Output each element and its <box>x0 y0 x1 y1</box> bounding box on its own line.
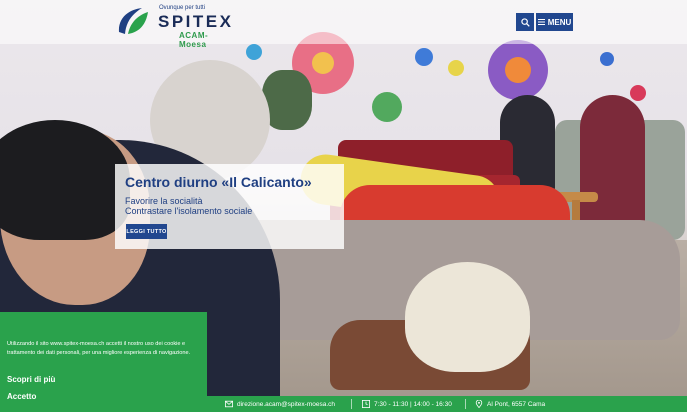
clock-icon <box>362 400 370 408</box>
painted-flower <box>415 48 433 66</box>
menu-label: MENU <box>547 17 572 27</box>
read-more-button[interactable]: LEGGI TUTTO <box>126 224 167 239</box>
divider <box>351 399 352 409</box>
hero-title: Centro diurno «Il Calicanto» <box>125 174 312 190</box>
spitex-logo-icon <box>118 8 148 34</box>
hamburger-icon <box>537 19 545 25</box>
spitex-logo[interactable]: Ovunque per tutti SPITEX ACAM-Moesa <box>116 4 231 49</box>
cookie-notice-text: Utilizzando il sito www.spitex-moesa.ch … <box>7 341 191 356</box>
contact-email-text: direzione.acam@spitex-moesa.ch <box>237 400 336 408</box>
teddy-bear <box>405 262 530 372</box>
painted-flower <box>600 52 614 66</box>
divider <box>465 399 466 409</box>
hero-card: Centro diurno «Il Calicanto» Favorire la… <box>115 164 344 249</box>
search-icon <box>520 17 530 27</box>
cookie-accept-button[interactable]: Accetto <box>7 392 36 401</box>
painted-flower-center <box>312 52 334 74</box>
painted-flower <box>448 60 464 76</box>
logo-name: SPITEX <box>158 12 234 31</box>
contact-address[interactable]: Al Pont, 6557 Cama <box>475 396 545 412</box>
contact-address-text: Al Pont, 6557 Cama <box>487 400 546 408</box>
hero-subtitle-line-1: Favorire la socialità <box>125 196 203 206</box>
search-button[interactable] <box>516 13 534 31</box>
painted-flower-center <box>505 57 531 83</box>
contact-hours-text: 7:30 - 11:30 | 14:00 - 16:30 <box>374 400 452 408</box>
site-header: Ovunque per tutti SPITEX ACAM-Moesa MENU <box>0 0 687 49</box>
hero-subtitle-line-2: Contrastare l'isolamento sociale <box>125 206 253 216</box>
contact-bar: direzione.acam@spitex-moesa.ch 7:30 - 11… <box>207 396 687 412</box>
logo-tagline: Ovunque per tutti <box>159 5 206 11</box>
mail-icon <box>225 400 233 408</box>
contact-hours: 7:30 - 11:30 | 14:00 - 16:30 <box>362 396 452 412</box>
painted-flower <box>246 44 262 60</box>
location-pin-icon <box>475 400 483 408</box>
menu-button[interactable]: MENU <box>536 13 573 31</box>
cookie-learn-more-link[interactable]: Scopri di più <box>7 375 55 384</box>
cookie-banner: Utilizzando il sito www.spitex-moesa.ch … <box>0 312 207 412</box>
contact-email[interactable]: direzione.acam@spitex-moesa.ch <box>225 396 335 412</box>
painted-leaves <box>372 92 402 122</box>
person-seated <box>580 95 645 235</box>
logo-subname: ACAM-Moesa <box>179 31 209 49</box>
painted-flower <box>630 85 646 101</box>
